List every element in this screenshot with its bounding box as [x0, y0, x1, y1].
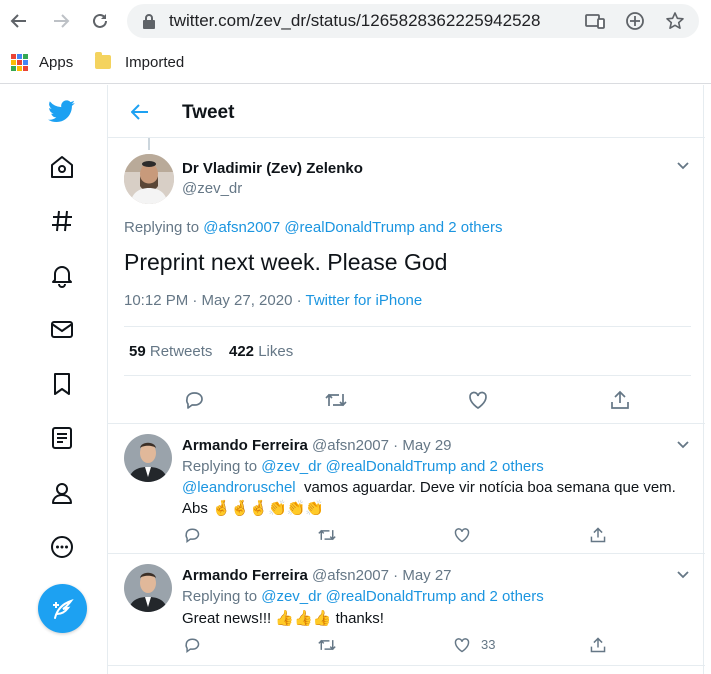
- divider: [124, 375, 691, 376]
- retweet-icon[interactable]: [314, 522, 340, 548]
- more-icon[interactable]: [46, 531, 78, 563]
- bookmark-apps[interactable]: Apps: [11, 50, 73, 74]
- lock-icon[interactable]: [139, 11, 159, 31]
- replying-to-link[interactable]: @zev_dr @realDonaldTrump and 2 others: [261, 458, 544, 475]
- likes-count: 422: [229, 343, 255, 360]
- divider: [108, 553, 705, 554]
- reply-icon[interactable]: [179, 632, 205, 658]
- reply-icon[interactable]: [179, 522, 205, 548]
- replying-to-link[interactable]: @zev_dr @realDonaldTrump and 2 others: [261, 588, 544, 605]
- folder-icon: [95, 52, 111, 69]
- like-heart-icon[interactable]: [465, 387, 491, 413]
- reply-body: vamos aguardar. Deve vir notícia boa sem…: [303, 479, 676, 496]
- cast-device-icon[interactable]: [585, 11, 605, 31]
- back-arrow-icon[interactable]: [128, 100, 152, 124]
- tweet-source[interactable]: Twitter for iPhone: [306, 292, 423, 309]
- twitter-logo-icon[interactable]: [46, 96, 78, 128]
- back-arrow-icon[interactable]: [6, 8, 32, 34]
- bookmark-imported[interactable]: Imported: [95, 50, 184, 74]
- reply-text: Great news!!! 👍👍👍 thanks!: [182, 609, 384, 627]
- like-count: 33: [481, 637, 496, 652]
- author-meta[interactable]: @afsn2007 · May 27: [312, 567, 451, 584]
- divider: [124, 326, 691, 327]
- add-circle-icon[interactable]: [625, 11, 645, 31]
- avatar[interactable]: [124, 434, 172, 482]
- url-text[interactable]: twitter.com/zev_dr/status/12658283622259…: [169, 11, 540, 31]
- author-name[interactable]: Dr Vladimir (Zev) Zelenko: [182, 160, 363, 177]
- emoji: 🤞🤞🤞👏👏👏: [212, 500, 325, 517]
- author-name[interactable]: Armando Ferreira: [182, 437, 308, 454]
- replying-to-link[interactable]: @afsn2007 @realDonaldTrump and 2 others: [203, 219, 502, 236]
- replying-prefix: Replying to: [182, 458, 258, 475]
- share-icon[interactable]: [585, 522, 611, 548]
- like-heart-icon[interactable]: [449, 522, 475, 548]
- tweet-timestamp-line: 10:12 PM · May 27, 2020 · Twitter for iP…: [124, 292, 422, 309]
- reply-header: Armando Ferreira @afsn2007 · May 27: [182, 567, 452, 584]
- replying-prefix: Replying to: [124, 219, 200, 236]
- reply-body: Great news!!!: [182, 610, 272, 627]
- messages-envelope-icon[interactable]: [46, 313, 78, 345]
- replying-to-line: Replying to @zev_dr @realDonaldTrump and…: [182, 458, 544, 475]
- mention-link[interactable]: @leandroruschel: [182, 479, 296, 496]
- replying-prefix: Replying to: [182, 588, 258, 605]
- tweet-time[interactable]: 10:12 PM · May 27, 2020 ·: [124, 292, 306, 309]
- page-title: Tweet: [182, 102, 235, 123]
- reply-icon[interactable]: [181, 387, 207, 413]
- avatar[interactable]: [124, 564, 172, 612]
- reload-icon[interactable]: [87, 8, 113, 34]
- bookmarks-icon[interactable]: [46, 368, 78, 400]
- author-handle[interactable]: @zev_dr: [182, 180, 242, 197]
- chevron-down-icon[interactable]: [674, 436, 692, 454]
- replying-to-line: Replying to @afsn2007 @realDonaldTrump a…: [124, 219, 502, 236]
- browser-toolbar: twitter.com/zev_dr/status/12658283622259…: [0, 0, 711, 84]
- like-heart-icon[interactable]: [449, 632, 475, 658]
- likes-stat[interactable]: 422 Likes: [229, 343, 293, 360]
- reply-body-after: thanks!: [335, 610, 384, 627]
- emoji: 👍👍👍: [275, 610, 332, 627]
- notifications-bell-icon[interactable]: [46, 259, 78, 291]
- retweet-icon[interactable]: [314, 632, 340, 658]
- reply-text: @leandroruschel vamos aguardar. Deve vir…: [182, 479, 676, 496]
- divider: [108, 423, 705, 424]
- tweet-header: Tweet: [108, 85, 705, 138]
- reply-text-line2: Abs 🤞🤞🤞👏👏👏: [182, 499, 324, 517]
- replying-to-line: Replying to @zev_dr @realDonaldTrump and…: [182, 588, 544, 605]
- author-meta[interactable]: @afsn2007 · May 29: [312, 437, 451, 454]
- likes-label: Likes: [258, 343, 294, 360]
- retweet-icon[interactable]: [323, 387, 349, 413]
- divider: [108, 665, 705, 666]
- profile-icon[interactable]: [46, 477, 78, 509]
- share-icon[interactable]: [585, 632, 611, 658]
- bookmark-label: Apps: [39, 53, 74, 71]
- retweets-stat[interactable]: 59 Retweets: [129, 343, 212, 360]
- compose-tweet-button[interactable]: [38, 584, 87, 633]
- retweets-count: 59: [129, 343, 146, 360]
- chevron-down-icon[interactable]: [674, 566, 692, 584]
- thread-connector: [148, 138, 150, 150]
- reply-header: Armando Ferreira @afsn2007 · May 29: [182, 437, 452, 454]
- lists-icon[interactable]: [46, 422, 78, 454]
- tweet-text: Preprint next week. Please God: [124, 249, 448, 275]
- address-bar[interactable]: twitter.com/zev_dr/status/12658283622259…: [127, 4, 699, 38]
- chevron-down-icon[interactable]: [674, 157, 692, 175]
- compose-tweet-icon: [52, 598, 74, 619]
- avatar[interactable]: [124, 154, 174, 204]
- forward-arrow-icon[interactable]: [48, 8, 74, 34]
- apps-grid-icon: [11, 53, 28, 71]
- share-icon[interactable]: [607, 387, 633, 413]
- retweets-label: Retweets: [149, 343, 213, 360]
- bookmark-label: Imported: [125, 53, 185, 71]
- star-bookmark-icon[interactable]: [665, 11, 685, 31]
- reply-body-2: Abs: [182, 500, 208, 517]
- author-name[interactable]: Armando Ferreira: [182, 567, 308, 584]
- main-timeline: Tweet Dr Vladimir (Zev) Zelenko @zev_dr …: [107, 85, 705, 674]
- home-icon[interactable]: [46, 151, 78, 183]
- explore-hashtag-icon[interactable]: [46, 205, 78, 237]
